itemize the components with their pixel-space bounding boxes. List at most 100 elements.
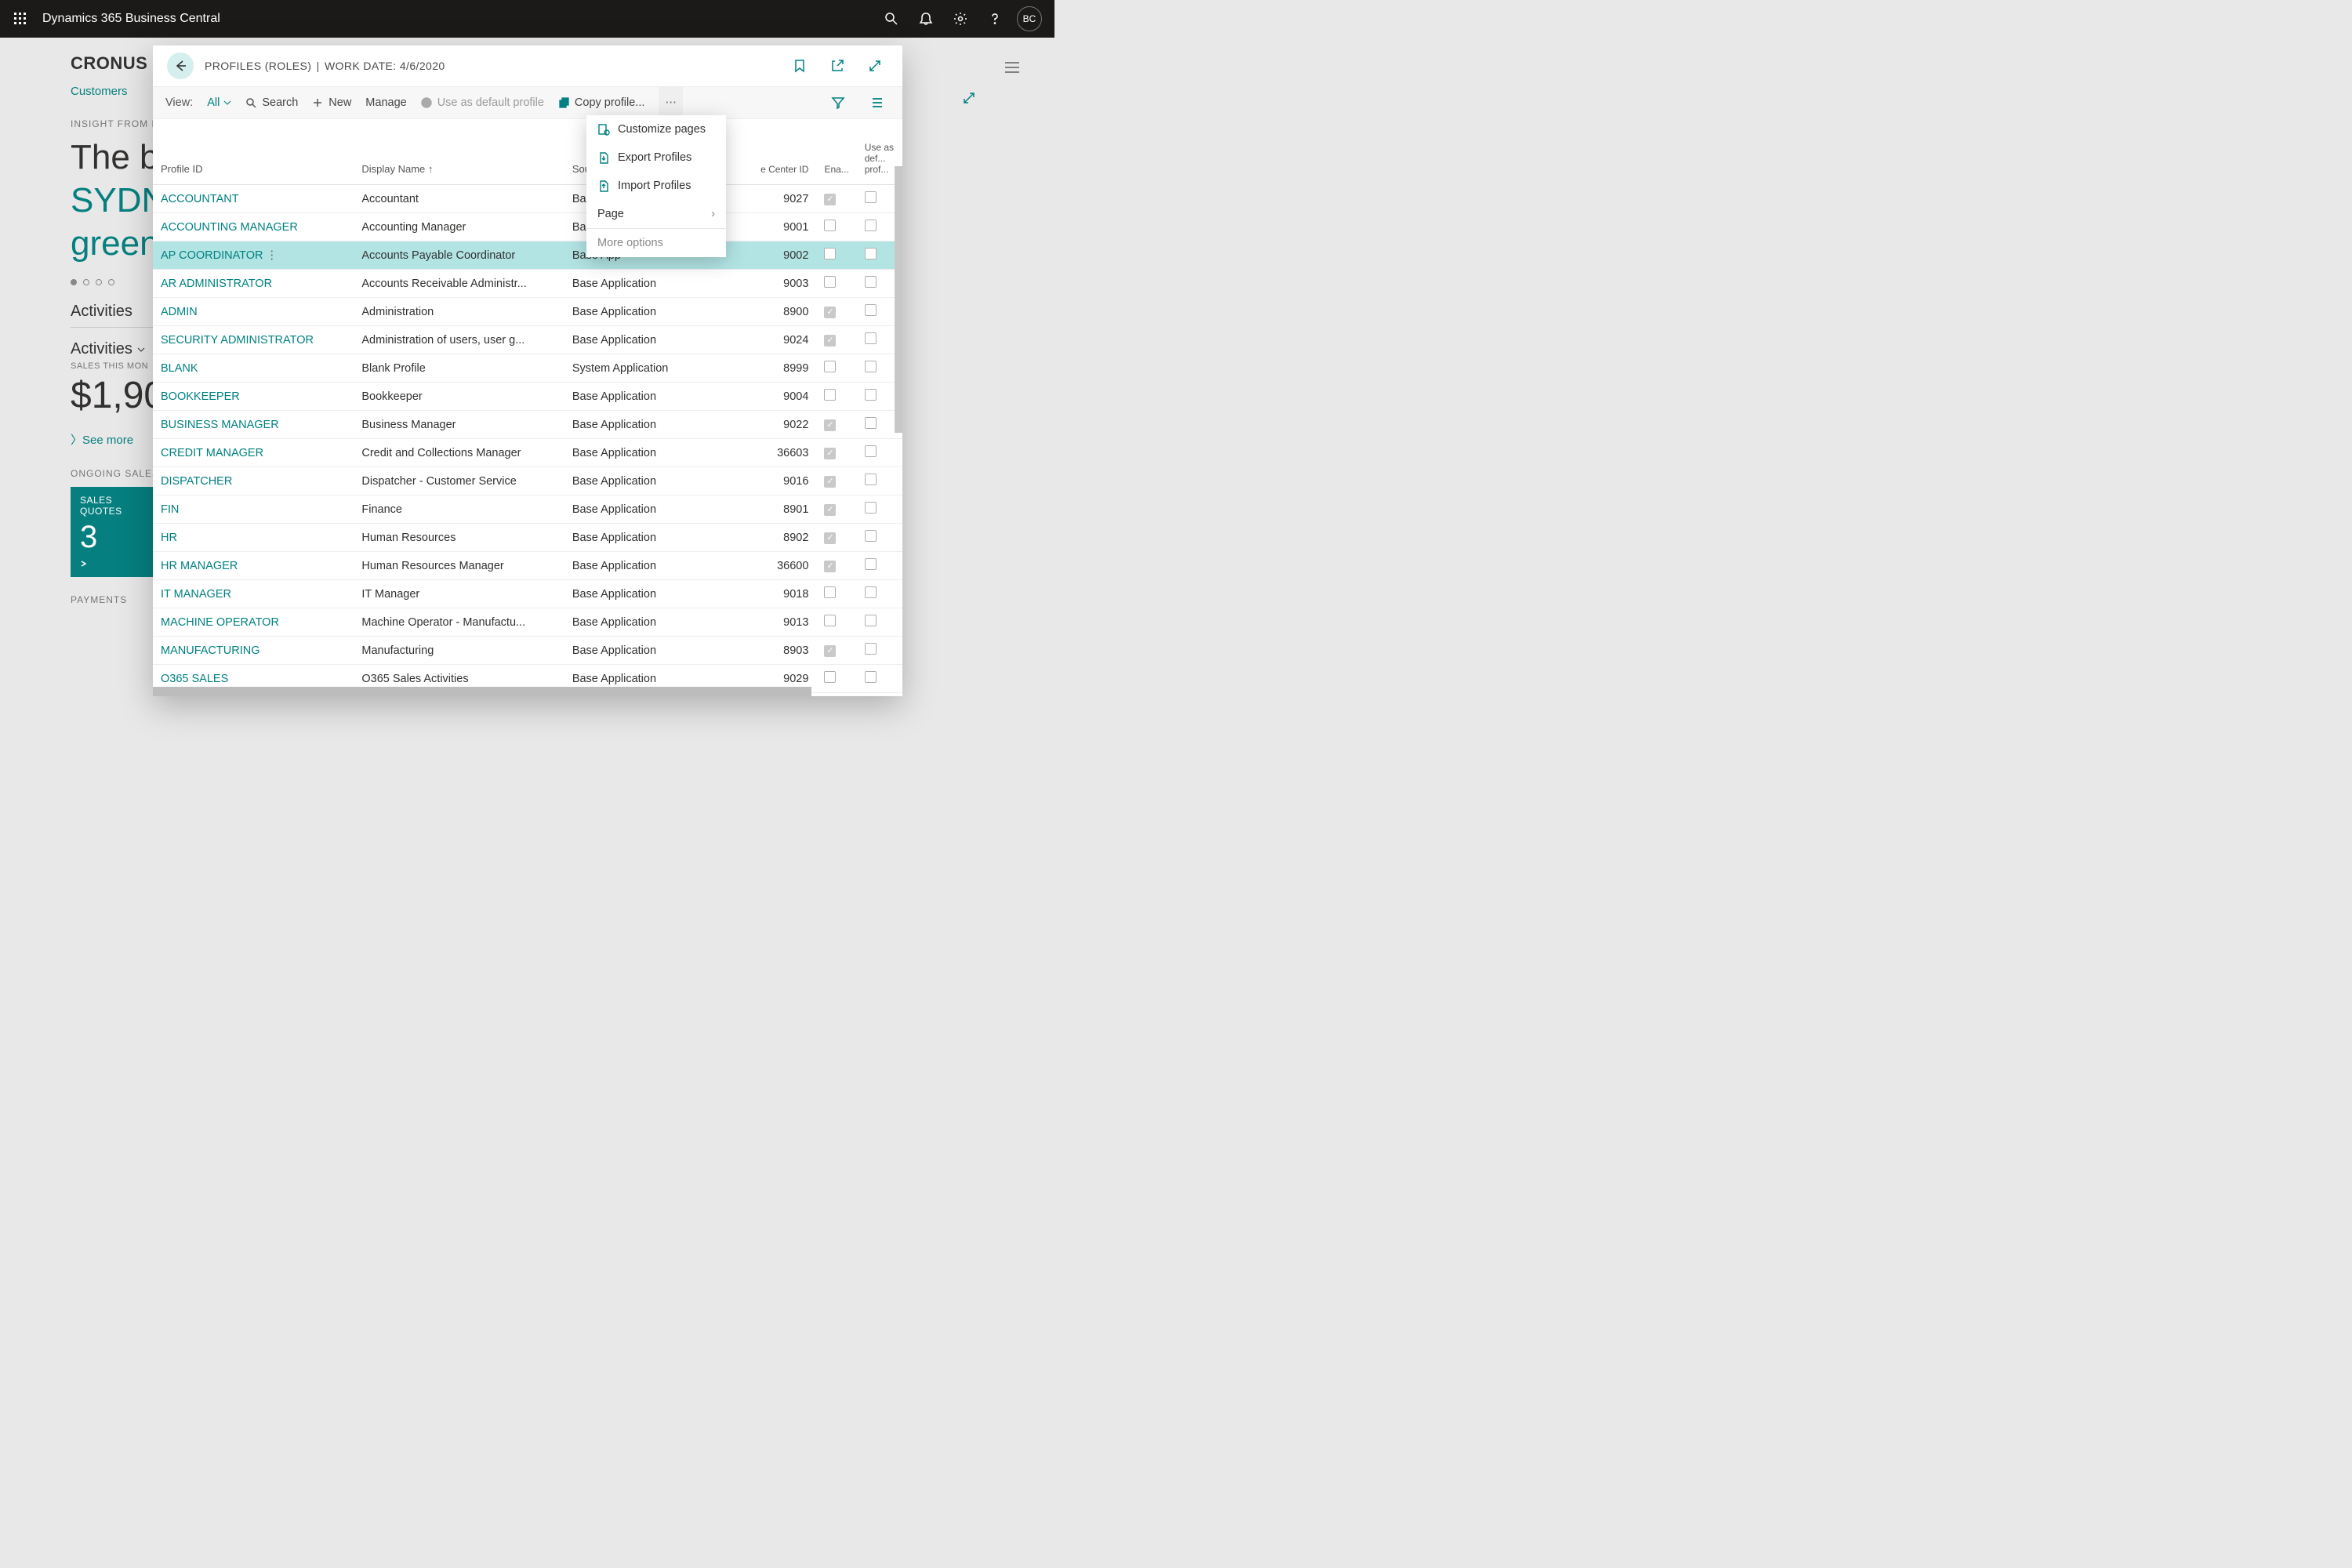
cell-profile-id[interactable]: BOOKKEEPER <box>153 383 354 411</box>
user-avatar[interactable]: BC <box>1017 6 1042 31</box>
default-checkbox[interactable] <box>865 615 877 626</box>
default-checkbox[interactable] <box>865 643 877 655</box>
default-checkbox[interactable] <box>865 191 877 203</box>
enabled-checkbox[interactable] <box>824 276 836 288</box>
col-role-center-id[interactable]: e Center ID <box>747 119 817 185</box>
list-view-icon[interactable] <box>865 96 890 110</box>
cell-profile-id[interactable]: AP COORDINATOR⋮ <box>153 241 354 270</box>
cell-profile-id[interactable]: BLANK <box>153 354 354 383</box>
default-checkbox[interactable] <box>865 276 877 288</box>
cell-profile-id[interactable]: FIN <box>153 495 354 524</box>
default-checkbox[interactable] <box>865 417 877 429</box>
default-checkbox[interactable] <box>865 530 877 542</box>
menu-import-profiles[interactable]: Import Profiles <box>586 172 726 200</box>
view-all-dropdown[interactable]: All <box>207 96 231 109</box>
cell-profile-id[interactable]: MACHINE OPERATOR <box>153 608 354 637</box>
cell-profile-id[interactable]: MANUFACTURING <box>153 637 354 665</box>
hamburger-icon[interactable] <box>1004 61 1020 76</box>
table-row[interactable]: ACCOUNTING MANAGERAccounting ManagerBase… <box>153 213 902 241</box>
notifications-icon[interactable] <box>909 0 943 38</box>
table-row[interactable]: AR ADMINISTRATORAccounts Receivable Admi… <box>153 270 902 298</box>
sales-quotes-tile[interactable]: SALES QUOTES 3 <box>71 487 165 577</box>
cell-profile-id[interactable]: ACCOUNTING MANAGER <box>153 213 354 241</box>
menu-export-profiles[interactable]: Export Profiles <box>586 143 726 172</box>
enabled-checkbox[interactable] <box>824 645 836 657</box>
enabled-checkbox[interactable] <box>824 504 836 516</box>
cell-profile-id[interactable]: CREDIT MANAGER <box>153 439 354 467</box>
cell-profile-id[interactable]: ADMIN <box>153 298 354 326</box>
copy-profile-button[interactable]: Copy profile... <box>558 96 644 109</box>
menu-more-options[interactable]: More options <box>586 229 726 257</box>
table-row[interactable]: ACCOUNTANTAccountantBase App9027 <box>153 185 902 213</box>
enabled-checkbox[interactable] <box>824 335 836 347</box>
app-launcher-icon[interactable] <box>8 6 33 31</box>
enabled-checkbox[interactable] <box>824 615 836 626</box>
enabled-checkbox[interactable] <box>824 671 836 683</box>
default-checkbox[interactable] <box>865 248 877 260</box>
cell-profile-id[interactable]: IT MANAGER <box>153 580 354 608</box>
table-row[interactable]: FINFinanceBase Application8901 <box>153 495 902 524</box>
table-row[interactable]: ADMINAdministrationBase Application8900 <box>153 298 902 326</box>
cell-profile-id[interactable]: ACCOUNTANT <box>153 185 354 213</box>
help-icon[interactable] <box>978 0 1012 38</box>
table-row[interactable]: BLANKBlank ProfileSystem Application8999 <box>153 354 902 383</box>
menu-page-submenu[interactable]: Page › <box>586 200 726 228</box>
maximize-icon[interactable] <box>862 53 888 79</box>
col-enabled[interactable]: Ena... <box>816 119 856 185</box>
table-row[interactable]: DISPATCHERDispatcher - Customer ServiceB… <box>153 467 902 495</box>
manage-dropdown[interactable]: Manage <box>365 96 406 109</box>
search-button[interactable]: Search <box>245 96 298 109</box>
default-checkbox[interactable] <box>865 445 877 457</box>
default-checkbox[interactable] <box>865 361 877 372</box>
more-actions-button[interactable]: ⋯ <box>659 86 683 119</box>
back-button[interactable] <box>167 53 194 79</box>
col-display-name[interactable]: Display Name ↑ <box>354 119 564 185</box>
bookmark-icon[interactable] <box>786 53 813 79</box>
enabled-checkbox[interactable] <box>824 419 836 431</box>
menu-customize-pages[interactable]: Customize pages <box>586 115 726 143</box>
col-profile-id[interactable]: Profile ID <box>153 119 354 185</box>
cell-profile-id[interactable]: AR ADMINISTRATOR <box>153 270 354 298</box>
table-row[interactable]: BUSINESS MANAGERBusiness ManagerBase App… <box>153 411 902 439</box>
row-menu-icon[interactable]: ⋮ <box>263 249 281 262</box>
expand-icon[interactable] <box>962 91 976 107</box>
table-row[interactable]: BOOKKEEPERBookkeeperBase Application9004 <box>153 383 902 411</box>
default-checkbox[interactable] <box>865 586 877 598</box>
enabled-checkbox[interactable] <box>824 532 836 544</box>
default-checkbox[interactable] <box>865 474 877 485</box>
settings-icon[interactable] <box>943 0 978 38</box>
enabled-checkbox[interactable] <box>824 307 836 318</box>
table-row[interactable]: CREDIT MANAGERCredit and Collections Man… <box>153 439 902 467</box>
enabled-checkbox[interactable] <box>824 220 836 231</box>
enabled-checkbox[interactable] <box>824 586 836 598</box>
enabled-checkbox[interactable] <box>824 389 836 401</box>
table-row[interactable]: HR MANAGERHuman Resources ManagerBase Ap… <box>153 552 902 580</box>
cell-profile-id[interactable]: SECURITY ADMINISTRATOR <box>153 326 354 354</box>
default-checkbox[interactable] <box>865 671 877 683</box>
use-as-default-button[interactable]: Use as default profile <box>421 96 544 109</box>
cell-profile-id[interactable]: DISPATCHER <box>153 467 354 495</box>
table-row[interactable]: IT MANAGERIT ManagerBase Application9018 <box>153 580 902 608</box>
enabled-checkbox[interactable] <box>824 448 836 459</box>
table-row[interactable]: SECURITY ADMINISTRATORAdministration of … <box>153 326 902 354</box>
table-row[interactable]: HRHuman ResourcesBase Application8902 <box>153 524 902 552</box>
default-checkbox[interactable] <box>865 304 877 316</box>
enabled-checkbox[interactable] <box>824 561 836 572</box>
default-checkbox[interactable] <box>865 220 877 231</box>
filter-icon[interactable] <box>826 96 851 110</box>
default-checkbox[interactable] <box>865 558 877 570</box>
open-external-icon[interactable] <box>824 53 851 79</box>
new-button[interactable]: New <box>312 96 351 109</box>
cell-profile-id[interactable]: HR <box>153 524 354 552</box>
enabled-checkbox[interactable] <box>824 248 836 260</box>
cell-profile-id[interactable]: HR MANAGER <box>153 552 354 580</box>
table-row[interactable]: MACHINE OPERATORMachine Operator - Manuf… <box>153 608 902 637</box>
table-row[interactable]: MANUFACTURINGManufacturingBase Applicati… <box>153 637 902 665</box>
horizontal-scrollbar[interactable] <box>153 687 811 696</box>
table-row[interactable]: AP COORDINATOR⋮Accounts Payable Coordina… <box>153 241 902 270</box>
enabled-checkbox[interactable] <box>824 361 836 372</box>
default-checkbox[interactable] <box>865 332 877 344</box>
enabled-checkbox[interactable] <box>824 476 836 488</box>
cell-profile-id[interactable]: BUSINESS MANAGER <box>153 411 354 439</box>
default-checkbox[interactable] <box>865 502 877 514</box>
